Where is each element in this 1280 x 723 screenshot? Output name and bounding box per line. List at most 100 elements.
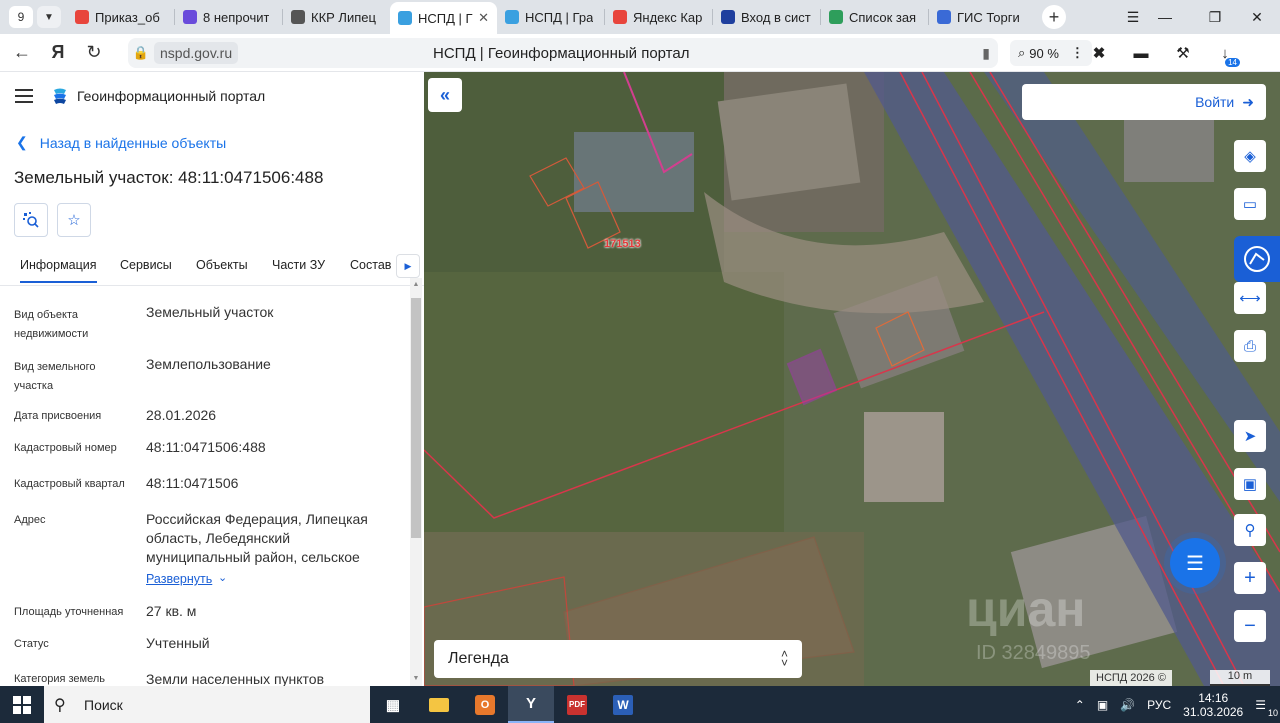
scroll-up-icon[interactable]: ▲ [410,278,422,292]
tab-favicon-icon [183,10,197,24]
back-arrow-icon[interactable]: ← [4,38,40,68]
tab-favicon-icon [937,10,951,24]
expand-address-link[interactable]: Развернуть [146,572,212,586]
language-indicator[interactable]: РУС [1141,698,1177,712]
tab-favicon-icon [721,10,735,24]
expand-collapse-icon: ˄ ˅ [780,647,788,670]
taskbar-search[interactable]: ⚲ Поиск [44,686,370,723]
url-field[interactable]: 🔒 nspd.gov.ru НСПД | Геоинформационный п… [128,38,998,68]
browser-tab[interactable]: Список зая [821,3,928,31]
login-arrow-icon: ➜ [1242,93,1254,110]
tab-services[interactable]: Сервисы [120,258,172,272]
print-icon[interactable]: ⎙ [1234,330,1266,362]
parcel-number-label: 171513 [604,238,641,250]
tab-title: Вход в сист [741,9,811,25]
watermark-logo: циан [966,581,1086,637]
favorite-star-icon[interactable]: ☆ [57,203,91,237]
prop-label-status: Статус [14,638,49,650]
browser-tab[interactable]: Яндекс Кар [605,3,712,31]
pdf-app-icon[interactable]: PDF [554,686,600,723]
panel-header: Геоинформационный портал [0,72,424,120]
chat-icon[interactable]: ☰ [1170,538,1220,588]
notifications-icon[interactable]: ☰ 10 [1249,698,1280,718]
browser-tab[interactable]: НСПД | Г ✕ [390,2,497,34]
downloads-icon[interactable]: ↓ 14 [1206,39,1244,67]
close-tab-icon[interactable]: ✕ [474,10,489,26]
tab-title: ГИС Торги [957,9,1020,25]
browser-tab[interactable]: Вход в сист [713,3,820,31]
prop-value-cadastral-number: 48:11:0471506:488 [146,439,266,455]
new-tab-button[interactable]: + [1042,5,1066,29]
object-title: Земельный участок: 48:11:0471506:488 [14,168,324,187]
outlook-icon[interactable]: O [462,686,508,723]
network-icon[interactable]: ▣ [1091,698,1114,712]
zoom-in-button[interactable]: + [1234,562,1266,594]
reload-icon[interactable]: ↻ [76,38,112,68]
tab-information[interactable]: Информация [20,258,97,283]
prop-value-land-category: Земли населенных пунктов [146,671,325,686]
volume-icon[interactable]: 🔊 [1114,698,1141,712]
tab-title: Приказ_об [95,9,160,25]
tabs-scroll-right-icon[interactable]: ▶ [396,254,420,278]
tab-counter[interactable]: 9 [9,6,33,28]
scroll-down-icon[interactable]: ▼ [410,672,422,686]
tab-title: Список зая [849,9,917,25]
tab-title: Яндекс Кар [633,9,703,25]
ruler-icon[interactable]: ▭ [1234,188,1266,220]
extension-hat-icon[interactable]: ▬ [1122,39,1160,67]
extension-k-icon[interactable]: ✖ [1080,39,1118,67]
restore-button[interactable]: ❐ [1192,0,1238,34]
clock[interactable]: 14:16 31.03.2026 [1177,691,1249,719]
task-view-icon[interactable]: ▦ [370,686,416,723]
prop-label-land-type: Вид земельного участка [14,361,96,392]
panel-scrollbar[interactable]: ▲ ▼ [410,278,422,686]
locate-on-map-button[interactable] [14,203,48,237]
scroll-thumb[interactable] [411,298,421,538]
map-view[interactable]: « 171513 Войти ➜ ◈ ▭ ⟷ ⎙ ➤ ▣ ⚲ + − ☰ циа… [424,72,1280,686]
tab-favicon-icon [829,10,843,24]
bookmark-icon[interactable]: ▮ [982,45,990,62]
legend-dropdown[interactable]: Легенда ˄ ˅ [434,640,802,678]
windows-start-icon[interactable] [0,686,44,723]
downloads-badge: 14 [1225,58,1240,67]
login-button[interactable]: Войти ➜ [1022,84,1266,120]
browser-tab[interactable]: Приказ_об [67,3,174,31]
tab-objects[interactable]: Объекты [196,258,248,272]
prop-label-object-type: Вид объекта недвижимости [14,309,89,340]
cadastral-map-icon[interactable] [1234,236,1280,282]
layers-icon[interactable]: ◈ [1234,140,1266,172]
browser-tab[interactable]: НСПД | Гра [497,3,604,31]
back-to-results-link[interactable]: ❮ Назад в найденные объекты [16,134,226,151]
login-label: Войти [1195,94,1235,110]
word-icon[interactable]: W [600,686,646,723]
file-explorer-icon[interactable] [416,686,462,723]
tab-favicon-icon [505,10,519,24]
locate-search-icon [23,212,39,228]
tab-composition[interactable]: Состав [350,258,391,272]
close-window-button[interactable]: ✕ [1234,0,1280,34]
hamburger-menu-icon[interactable] [15,89,33,103]
geolocation-icon[interactable]: ➤ [1234,420,1266,452]
windows-taskbar: ⚲ Поиск ▦ O Y PDF W ⌃ ▣ 🔊 РУС 14:16 31.0… [0,686,1280,723]
zoom-out-button[interactable]: − [1234,610,1266,642]
minimize-button[interactable]: — [1142,0,1188,34]
extension-puzzle-icon[interactable]: ⚒ [1164,39,1202,67]
collapse-panel-button[interactable]: « [428,78,462,112]
browser-tab[interactable]: ККР Липец [283,3,390,31]
tray-expand-icon[interactable]: ⌃ [1069,698,1091,712]
browser-tab[interactable]: ГИС Торги [929,3,1036,31]
share-icon[interactable]: ⟷ [1234,282,1266,314]
minimap-icon[interactable]: ▣ [1234,468,1266,500]
portal-name: Геоинформационный портал [77,88,266,104]
tab-title: НСПД | Г [418,10,473,26]
yandex-logo-icon[interactable]: Я [40,38,76,68]
browser-tab[interactable]: 8 непрочит [175,3,282,31]
chevron-down-icon[interactable]: ⌄ [218,571,227,584]
tab-list-chevron-icon[interactable]: ▼ [37,6,61,28]
yandex-browser-icon[interactable]: Y [508,686,554,723]
prop-label-cadastral-number: Кадастровый номер [14,442,117,454]
search-location-icon[interactable]: ⚲ [1234,514,1266,546]
tab-land-parts[interactable]: Части ЗУ [272,258,325,272]
clock-time: 14:16 [1198,690,1229,705]
legend-label: Легенда [448,650,509,667]
